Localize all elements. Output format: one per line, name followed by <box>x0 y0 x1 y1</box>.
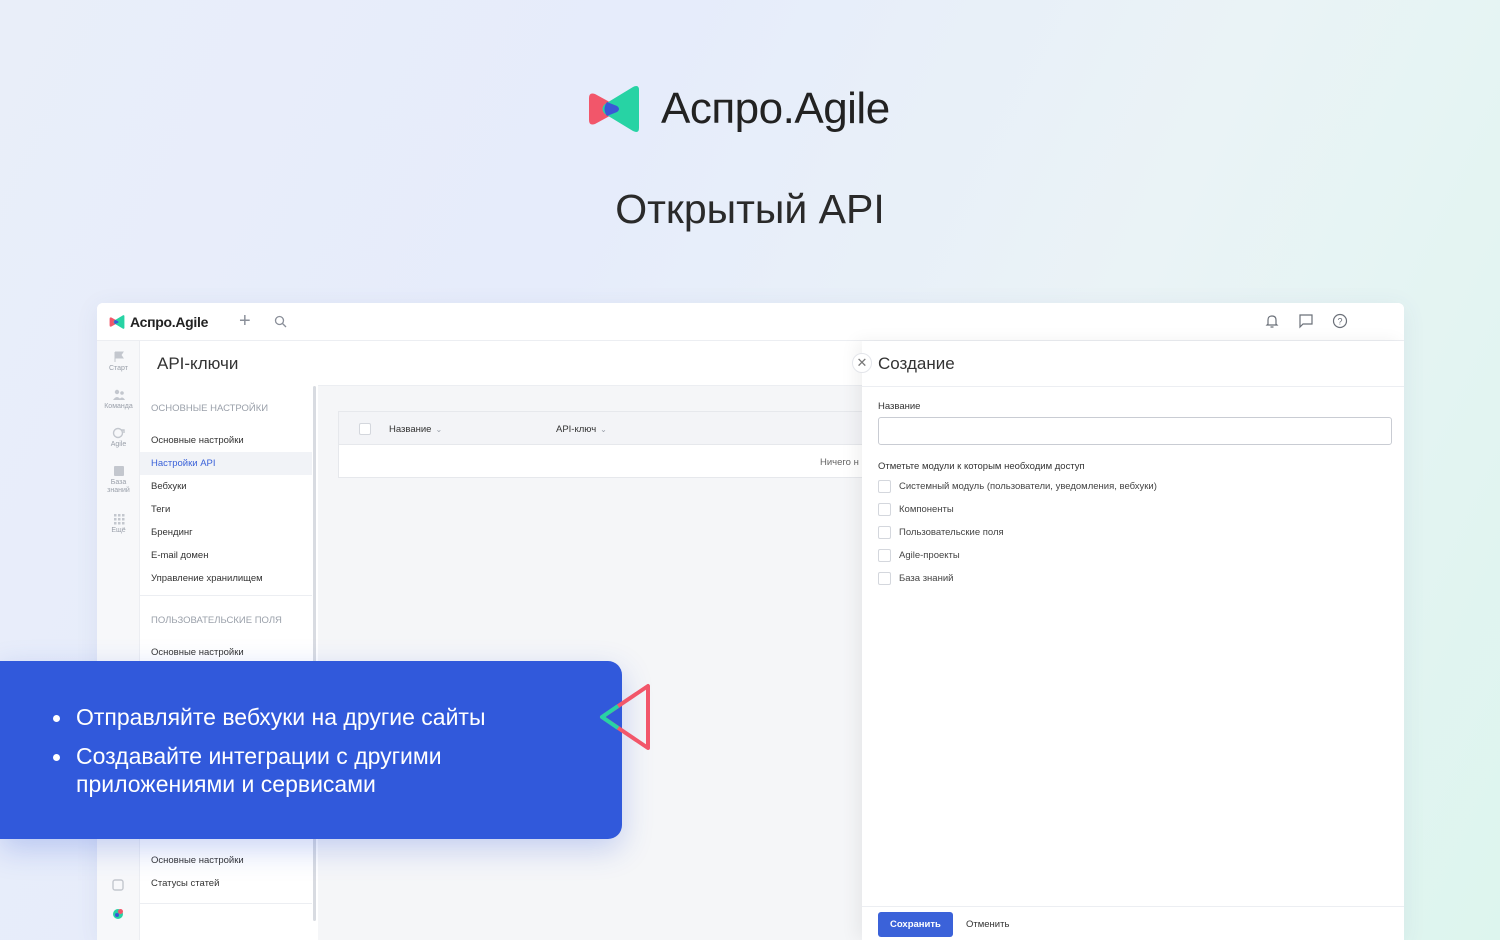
module-label: Agile-проекты <box>899 549 960 561</box>
feature-item: Отправляйте вебхуки на другие сайты <box>53 703 523 731</box>
main-header <box>318 341 862 386</box>
flag-icon <box>114 351 124 362</box>
nav-item-label: Ещё <box>111 527 126 534</box>
chevron-down-icon: ⌄ <box>435 425 443 434</box>
hero-logo: Аспро.Agile <box>587 82 890 136</box>
checkbox[interactable] <box>878 525 891 539</box>
nav-item-agile[interactable]: Agile <box>97 427 140 448</box>
settings-item-kb-general[interactable]: Основные настройки <box>140 849 312 872</box>
column-name-label: Название <box>389 424 432 435</box>
module-option-agile-projects[interactable]: Agile-проекты <box>878 548 960 562</box>
divider <box>862 386 1404 387</box>
name-input[interactable] <box>878 417 1392 445</box>
table-header: Название ⌄ API-ключ ⌄ <box>339 412 877 445</box>
feature-list: Отправляйте вебхуки на другие сайты Созд… <box>53 703 523 809</box>
team-icon <box>112 389 125 400</box>
modules-label: Отметьте модули к которым необходим дост… <box>878 461 1085 472</box>
brand-logo-icon <box>589 86 639 132</box>
divider <box>140 595 312 596</box>
chat-icon[interactable] <box>1298 313 1314 329</box>
settings-item-article-statuses[interactable]: Статусы статей <box>140 872 312 895</box>
column-api-key-label: API-ключ <box>556 424 597 435</box>
settings-item-email-domain[interactable]: E-mail домен <box>140 544 312 567</box>
settings-menu: ОСНОВНЫЕ НАСТРОЙКИ Основные настройки На… <box>140 386 312 664</box>
search-icon[interactable] <box>274 315 287 328</box>
save-button[interactable]: Сохранить <box>878 912 953 937</box>
settings-menu-kb: Основные настройки Статусы статей <box>140 849 312 895</box>
bell-icon[interactable] <box>1264 313 1280 329</box>
hero-brand-name: Аспро.Agile <box>661 84 890 133</box>
section-title-main: ОСНОВНЫЕ НАСТРОЙКИ <box>151 403 269 414</box>
hero-subtitle: Открытый API <box>615 186 885 232</box>
settings-item-webhooks[interactable]: Вебхуки <box>140 475 312 498</box>
nav-item-team[interactable]: Команда <box>97 389 140 410</box>
decorative-triangle-icon <box>600 684 650 750</box>
svg-text:?: ? <box>1337 317 1342 327</box>
checkbox[interactable] <box>878 571 891 585</box>
nav-item-start[interactable]: Старт <box>97 351 140 372</box>
api-keys-table: Название ⌄ API-ключ ⌄ Ничего н <box>338 411 878 478</box>
name-field-label: Название <box>878 401 921 412</box>
module-option-components[interactable]: Компоненты <box>878 502 954 516</box>
module-label: Компоненты <box>899 503 954 515</box>
topbar: Аспро.Agile + ? <box>97 303 1404 341</box>
topbar-brand-name: Аспро.Agile <box>130 314 209 330</box>
feature-callout: Отправляйте вебхуки на другие сайты Созд… <box>0 661 622 839</box>
document-icon[interactable] <box>111 878 125 892</box>
module-label: База знаний <box>899 572 954 584</box>
settings-item-branding[interactable]: Брендинг <box>140 521 312 544</box>
checkbox[interactable] <box>878 548 891 562</box>
topbar-logo[interactable]: Аспро.Agile <box>109 314 208 330</box>
column-header-api-key[interactable]: API-ключ ⌄ <box>556 424 607 435</box>
brand-logo-icon <box>109 315 125 329</box>
feature-item: Создавайте интеграции с другими приложен… <box>53 742 523 798</box>
agile-icon <box>112 427 125 439</box>
create-drawer: ✕ Создание Название Отметьте модули к ко… <box>852 341 1404 940</box>
close-icon[interactable]: ✕ <box>852 353 872 373</box>
drawer-title: Создание <box>878 354 955 373</box>
drawer-footer: Сохранить Отменить <box>862 906 1404 940</box>
nav-item-label: Старт <box>108 365 129 372</box>
module-option-custom-fields[interactable]: Пользовательские поля <box>878 525 1004 539</box>
checkbox[interactable] <box>878 502 891 516</box>
nav-item-more[interactable]: Ещё <box>97 513 140 534</box>
nav-item-knowledge-base[interactable]: База знаний <box>97 465 140 495</box>
module-option-system[interactable]: Системный модуль (пользователи, уведомле… <box>878 479 1157 493</box>
settings-item-general[interactable]: Основные настройки <box>140 429 312 452</box>
cancel-button[interactable]: Отменить <box>966 912 1009 937</box>
column-header-name[interactable]: Название ⌄ <box>389 424 442 435</box>
nav-item-label: Agile <box>110 441 127 448</box>
module-label: Системный модуль (пользователи, уведомле… <box>899 480 1157 492</box>
select-all-checkbox[interactable] <box>359 423 371 435</box>
section-title-custom-fields: ПОЛЬЗОВАТЕЛЬСКИЕ ПОЛЯ <box>151 615 282 626</box>
page-title: API-ключи <box>157 354 239 373</box>
divider <box>140 903 312 904</box>
plus-icon[interactable]: + <box>239 311 251 331</box>
settings-item-tags[interactable]: Теги <box>140 498 312 521</box>
settings-scrollbar[interactable] <box>313 386 316 921</box>
nav-item-label: Команда <box>104 403 133 410</box>
app-switcher-icon[interactable] <box>111 907 125 921</box>
nav-item-label: База знаний <box>107 479 130 494</box>
module-label: Пользовательские поля <box>899 526 1004 538</box>
settings-item-storage[interactable]: Управление хранилищем <box>140 567 312 590</box>
chevron-down-icon: ⌄ <box>600 425 607 434</box>
grid-icon <box>113 514 124 525</box>
left-navigation: Старт Команда Agile База знаний Ещё <box>97 341 140 940</box>
app-window: Аспро.Agile + ? Старт Команда Agile База… <box>97 303 1404 940</box>
checkbox[interactable] <box>878 479 891 493</box>
main-area: Название ⌄ API-ключ ⌄ Ничего н <box>318 341 878 940</box>
book-icon <box>113 466 124 476</box>
module-option-knowledge-base[interactable]: База знаний <box>878 571 953 585</box>
settings-item-api[interactable]: Настройки API <box>140 452 312 475</box>
empty-state-text: Ничего н <box>820 457 859 468</box>
help-icon[interactable]: ? <box>1332 313 1348 329</box>
